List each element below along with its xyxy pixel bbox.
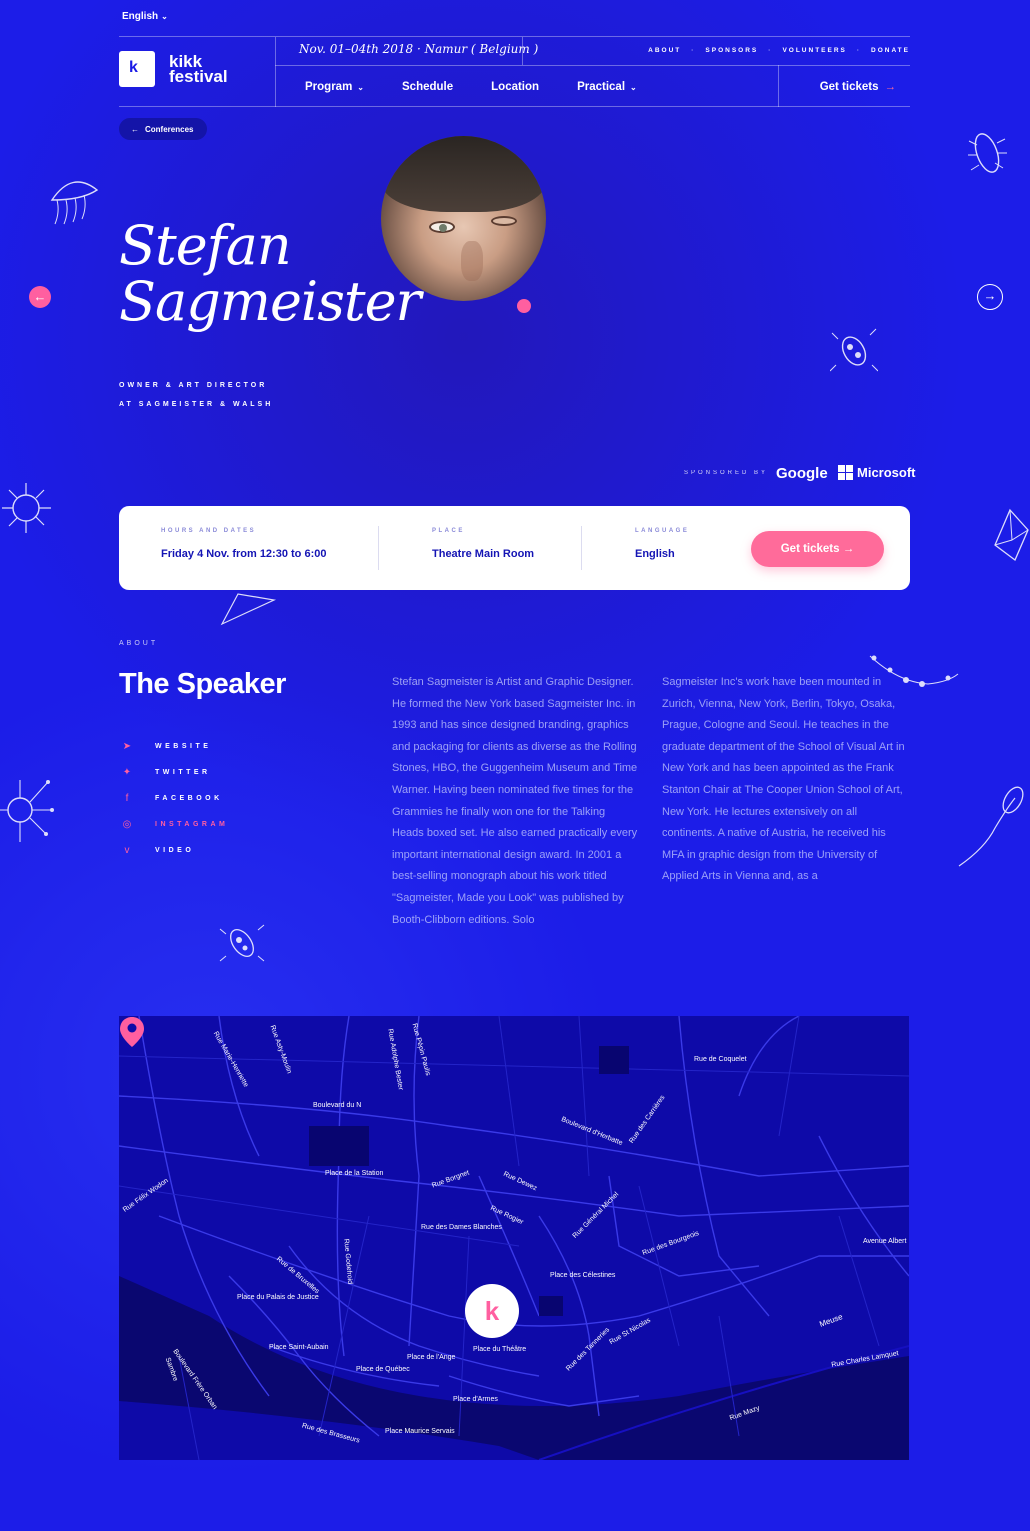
- card-divider: [378, 526, 379, 570]
- map-label: Place Maurice Servais: [385, 1428, 455, 1435]
- map-streets: [119, 1016, 909, 1460]
- speaker-role: OWNER & ART DIRECTOR AT SAGMEISTER & WAL…: [119, 382, 274, 408]
- location-pin-icon[interactable]: [119, 1016, 145, 1048]
- accent-dot: [517, 299, 531, 313]
- map-label: Boulevard du N: [313, 1102, 362, 1109]
- language-selector[interactable]: English ⌄: [122, 11, 168, 22]
- session-info-card: HOURS AND DATES Friday 4 Nov. from 12:30…: [119, 506, 910, 590]
- crystal-doodle: [994, 508, 1029, 562]
- header-get-tickets-link[interactable]: Get tickets →: [820, 81, 896, 93]
- top-nav-donate[interactable]: DONATE: [871, 47, 910, 54]
- map-label: Place du Palais de Justice: [237, 1294, 319, 1301]
- google-logo[interactable]: Google: [776, 465, 828, 482]
- back-to-conferences-button[interactable]: ← Conferences: [119, 118, 208, 140]
- top-nav-about[interactable]: ABOUT: [648, 47, 681, 54]
- map-label: Place de l'Ange: [407, 1354, 456, 1361]
- kikk-logo-mark: k: [119, 51, 155, 87]
- map-label: Place d'Armes: [453, 1396, 498, 1403]
- bug-doodle: [968, 133, 1007, 173]
- main-nav: Program ⌄ Schedule Location Practical ⌄: [305, 81, 675, 93]
- site-header: k kikk festival Nov. 01–04th 2018 · Namu…: [119, 36, 910, 107]
- jellyfish-doodle: [50, 181, 99, 225]
- map-label: Place du Théâtre: [473, 1346, 527, 1353]
- top-nav: ABOUT · SPONSORS · VOLUNTEERS · DONATE: [648, 47, 910, 54]
- video-link[interactable]: v VIDEO: [121, 837, 228, 863]
- festival-dates: Nov. 01–04th 2018 · Namur ( Belgium ): [299, 42, 539, 56]
- map-label: Place de Québec: [356, 1366, 410, 1373]
- microsoft-logo[interactable]: Microsoft: [838, 465, 916, 480]
- facebook-link[interactable]: f FACEBOOK: [121, 785, 228, 811]
- chevron-down-icon: ⌄: [357, 83, 364, 92]
- microbe-doodle: [830, 328, 878, 372]
- card-divider: [581, 526, 582, 570]
- nav-schedule[interactable]: Schedule: [402, 81, 453, 93]
- top-nav-volunteers[interactable]: VOLUNTEERS: [782, 47, 846, 54]
- next-speaker-button[interactable]: →: [977, 284, 1003, 310]
- arrow-right-icon: →: [842, 543, 855, 555]
- hours-cell: HOURS AND DATES Friday 4 Nov. from 12:30…: [161, 528, 327, 560]
- sponsored-by-label: SPONSORED BY: [684, 470, 769, 476]
- get-tickets-button[interactable]: Get tickets →: [751, 531, 884, 567]
- language-cell: LANGUAGE English: [635, 528, 690, 560]
- kikk-logo-icon: k: [484, 1296, 500, 1326]
- twitter-icon: ✦: [122, 766, 132, 778]
- nav-location[interactable]: Location: [491, 81, 539, 93]
- bio-column-1: Stefan Sagmeister is Artist and Graphic …: [392, 676, 638, 926]
- nav-practical[interactable]: Practical ⌄: [577, 81, 637, 93]
- arrow-left-icon: ←: [33, 289, 47, 304]
- vimeo-icon: v: [124, 844, 130, 856]
- instagram-link[interactable]: ◎ INSTAGRAM: [121, 811, 228, 837]
- microsoft-icon: [838, 465, 853, 480]
- place-cell: PLACE Theatre Main Room: [432, 528, 535, 560]
- website-link[interactable]: ➤ WEBSITE: [121, 733, 228, 759]
- map-label: Place Saint-Aubain: [269, 1344, 329, 1351]
- chevron-down-icon: ⌄: [161, 12, 168, 21]
- social-links: ➤ WEBSITE ✦ TWITTER f FACEBOOK ◎ INSTAGRAM v…: [121, 733, 228, 863]
- header-divider: [778, 65, 779, 107]
- shell-doodle: [220, 593, 277, 626]
- venue-map[interactable]: Boulevard du N Rue Asty-Moulin Rue Adolp…: [119, 1016, 909, 1460]
- chevron-down-icon: ⌄: [630, 83, 637, 92]
- arrow-right-icon: →: [983, 288, 997, 303]
- language-label: English: [122, 11, 159, 22]
- map-label: Place des Célestines: [550, 1272, 616, 1279]
- pod-doodle: [219, 924, 265, 962]
- instagram-icon: ◎: [122, 818, 132, 830]
- tadpole-doodle: [958, 786, 1024, 867]
- map-label: Rue de Coquelet: [694, 1056, 747, 1063]
- kikk-map-marker[interactable]: k: [465, 1284, 519, 1338]
- virus-doodle: [0, 780, 54, 842]
- header-divider: [275, 37, 276, 107]
- spiky-doodle: [2, 483, 51, 533]
- header-divider: [275, 65, 910, 66]
- bio-column-2: Sagmeister Inc's work have been mounted …: [662, 676, 905, 883]
- previous-speaker-button[interactable]: ←: [29, 286, 51, 308]
- top-nav-sponsors[interactable]: SPONSORS: [705, 47, 758, 54]
- map-label: Avenue Albert: [863, 1238, 907, 1245]
- kikk-logo-text: kikk festival: [169, 52, 228, 86]
- facebook-icon: f: [125, 792, 129, 804]
- about-label: ABOUT: [119, 640, 159, 647]
- arrow-left-icon: ←: [131, 124, 139, 134]
- cursor-icon: ➤: [122, 740, 132, 752]
- section-title: The Speaker: [119, 668, 286, 700]
- arrow-right-icon: →: [884, 81, 897, 93]
- map-label: Rue des Dames Blanches: [421, 1224, 502, 1231]
- kikk-logo[interactable]: k kikk festival: [119, 51, 228, 87]
- speaker-name: Stefan Sagmeister: [119, 214, 421, 333]
- twitter-link[interactable]: ✦ TWITTER: [121, 759, 228, 785]
- map-label: Place de la Station: [325, 1170, 384, 1177]
- nav-program[interactable]: Program ⌄: [305, 81, 364, 93]
